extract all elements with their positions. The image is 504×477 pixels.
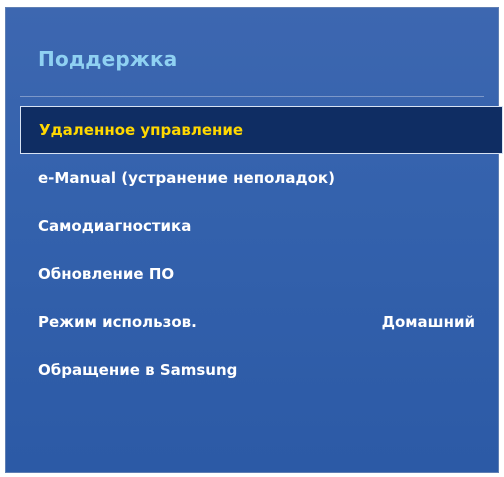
menu-item-label: Режим использов. — [38, 313, 197, 331]
menu-item-self-diagnosis[interactable]: Самодиагностика — [20, 202, 503, 250]
menu-item-usage-mode[interactable]: Режим использов. Домашний — [20, 298, 503, 346]
usage-mode-value: Домашний — [381, 313, 475, 331]
support-menu-list: Удаленное управление e-Manual (устранени… — [20, 106, 503, 394]
title-divider — [20, 96, 484, 97]
menu-item-label: Обновление ПО — [38, 265, 175, 283]
menu-item-software-update[interactable]: Обновление ПО — [20, 250, 503, 298]
menu-item-contact-samsung[interactable]: Обращение в Samsung — [20, 346, 503, 394]
panel-title: Поддержка — [38, 47, 178, 71]
support-menu-panel: Поддержка Удаленное управление e-Manual … — [5, 7, 503, 473]
menu-item-label: e-Manual (устранение неполадок) — [38, 169, 335, 187]
menu-item-e-manual[interactable]: e-Manual (устранение неполадок) — [20, 154, 503, 202]
menu-item-label: Самодиагностика — [38, 217, 192, 235]
menu-item-label: Обращение в Samsung — [38, 361, 238, 379]
menu-item-remote-management[interactable]: Удаленное управление — [20, 106, 503, 154]
menu-item-label: Удаленное управление — [39, 121, 244, 139]
